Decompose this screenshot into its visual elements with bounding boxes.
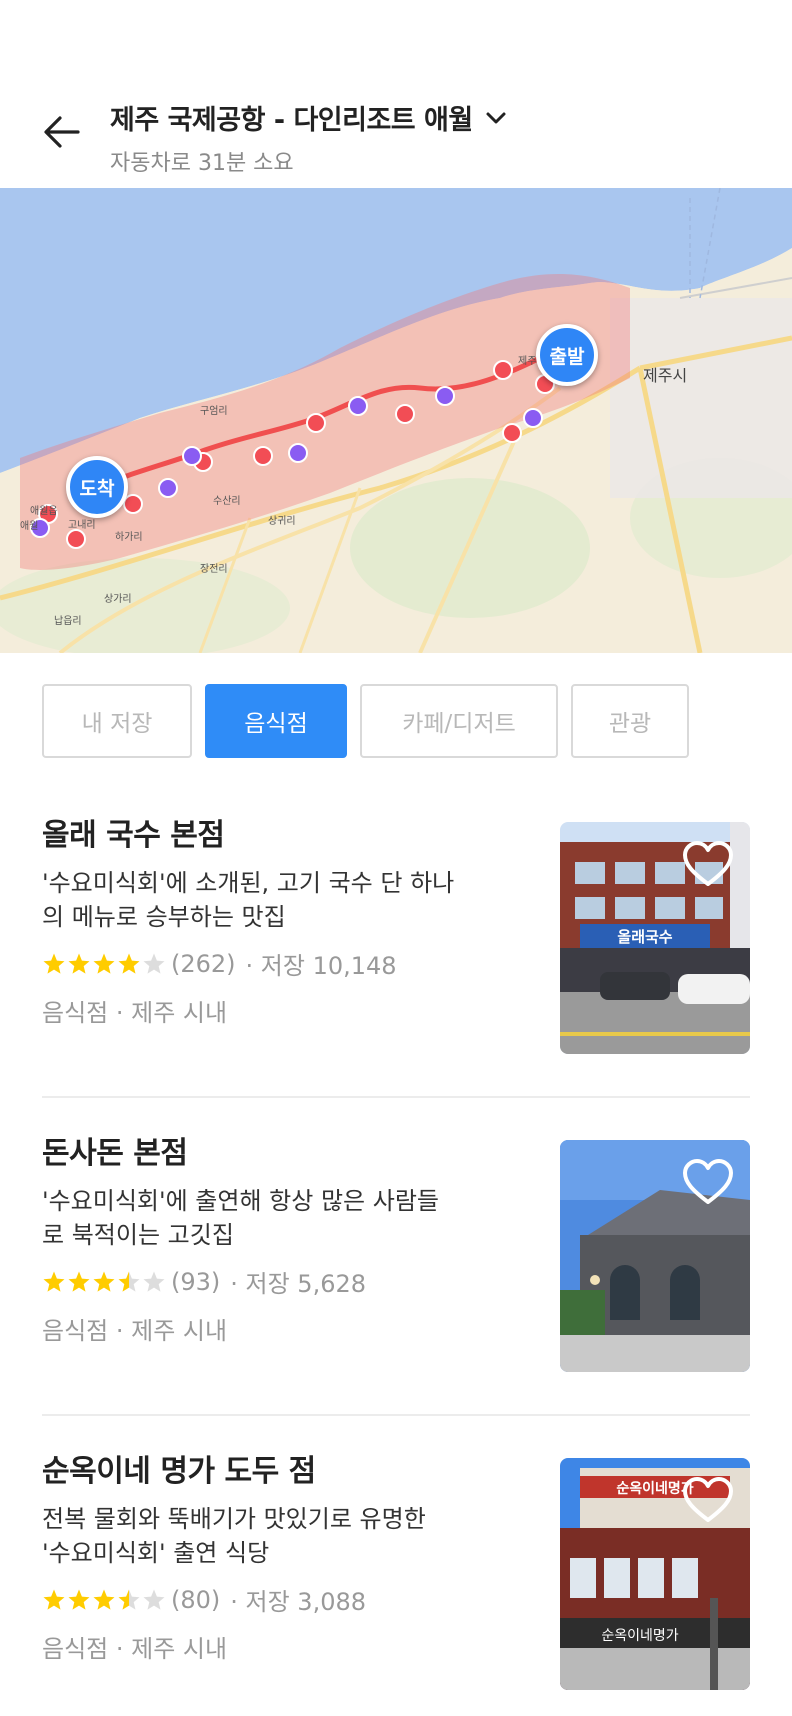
place-description: '수요미식회'에 소개된, 고기 국수 단 하나 의 메뉴로 승부하는 맛집 <box>42 869 455 931</box>
start-marker[interactable]: 출발 <box>536 324 598 386</box>
arrow-left-icon <box>44 116 80 148</box>
place-photo[interactable] <box>560 1140 750 1372</box>
place-description: 전복 물회와 뚝배기가 맛있기로 유명한 '수요미식회' 출연 식당 <box>42 1505 426 1567</box>
map-label-gonaeri: 고내리 <box>68 519 96 531</box>
place-name: 돈사돈 본점 <box>42 1136 188 1171</box>
chip-cafe-dessert[interactable]: 카페/디저트 <box>360 684 558 758</box>
star-filled-icon <box>43 953 65 974</box>
route-title-area: 제주 국제공항 - 다인리조트 애월 자동차로 31분 소요 <box>110 98 507 177</box>
chip-restaurants[interactable]: 음식점 <box>205 684 347 758</box>
map-label-gueomri: 구엄리 <box>200 405 228 417</box>
map-label-jangjeonri: 장전리 <box>200 563 228 575</box>
heart-icon[interactable] <box>682 1476 734 1524</box>
star-filled-icon <box>43 1271 65 1292</box>
place-meta: (262) · 저장 10,148 <box>42 946 522 981</box>
place-name: 순옥이네 명가 도두 점 <box>42 1454 316 1489</box>
save-count: · 저장 10,148 <box>245 952 397 980</box>
map-label-city: 제주시 <box>643 366 688 385</box>
place-photo[interactable]: 올래국수 <box>560 822 750 1054</box>
save-count: · 저장 5,628 <box>230 1270 367 1298</box>
star-filled-icon <box>68 953 90 974</box>
star-filled-icon <box>68 1589 90 1610</box>
star-filled-icon <box>93 1589 115 1610</box>
star-rating <box>42 1270 167 1294</box>
place-meta: (93) · 저장 5,628 <box>42 1264 522 1299</box>
end-marker[interactable]: 도착 <box>66 456 128 518</box>
place-photo[interactable]: 순옥이네명가 순옥이네명가 <box>560 1458 750 1690</box>
route-title: 제주 국제공항 - 다인리조트 애월 <box>110 105 473 136</box>
map-label-hagari: 하가리 <box>115 530 143 543</box>
map-label-aewoleup: 애월읍 <box>30 505 58 517</box>
heart-icon[interactable] <box>682 1158 734 1206</box>
review-count: (80) <box>171 1585 221 1614</box>
chip-my-saves[interactable]: 내 저장 <box>42 684 192 758</box>
divider <box>42 1096 750 1098</box>
list-item[interactable]: 올래 국수 본점 '수요미식회'에 소개된, 고기 국수 단 하나 의 메뉴로 … <box>42 810 750 1128</box>
list-item[interactable]: 순옥이네 명가 도두 점 전복 물회와 뚝배기가 맛있기로 유명한 '수요미식회… <box>42 1446 750 1716</box>
star-filled-icon <box>68 1271 90 1292</box>
map-label-jeju: 제주 <box>518 355 536 367</box>
map-label-sanggari: 상가리 <box>104 593 132 605</box>
place-description: '수요미식회'에 출연해 항상 많은 사람들 로 북적이는 고깃집 <box>42 1187 439 1249</box>
divider <box>42 1414 750 1416</box>
place-meta: (80) · 저장 3,088 <box>42 1582 522 1617</box>
heart-icon[interactable] <box>682 840 734 888</box>
chip-sightseeing[interactable]: 관광 <box>571 684 689 758</box>
map-label-nabeupri: 납읍리 <box>54 615 82 627</box>
header: 제주 국제공항 - 다인리조트 애월 자동차로 31분 소요 <box>0 0 792 188</box>
map-label-sanggwiri: 상귀리 <box>268 515 296 527</box>
star-empty-icon <box>143 1271 165 1292</box>
star-filled-icon <box>118 953 140 974</box>
chevron-down-icon <box>486 112 506 123</box>
place-category: 음식점 · 제주 시내 <box>42 1317 228 1345</box>
place-category: 음식점 · 제주 시내 <box>42 999 228 1027</box>
star-empty-icon <box>143 1589 165 1610</box>
back-button[interactable] <box>38 108 86 156</box>
save-count: · 저장 3,088 <box>230 1588 367 1616</box>
route-map[interactable]: 제주 구엄리 수산리 상귀리 하가리 고내리 장전리 상가리 납읍리 애월읍 애… <box>0 188 792 653</box>
star-filled-icon <box>93 953 115 974</box>
map-label-susanri: 수산리 <box>213 495 241 507</box>
route-selector[interactable]: 제주 국제공항 - 다인리조트 애월 <box>110 98 507 137</box>
category-tabs: 내 저장 음식점 카페/디저트 관광 <box>42 684 689 758</box>
star-half-icon <box>118 1589 140 1610</box>
star-half-icon <box>118 1271 140 1292</box>
star-filled-icon <box>93 1271 115 1292</box>
place-name: 올래 국수 본점 <box>42 818 225 853</box>
list-item[interactable]: 돈사돈 본점 '수요미식회'에 출연해 항상 많은 사람들 로 북적이는 고깃집… <box>42 1128 750 1446</box>
svg-text:순옥이네명가: 순옥이네명가 <box>601 1628 678 1644</box>
star-empty-icon <box>143 953 165 974</box>
map-label-aewol: 애월 <box>20 520 38 532</box>
star-rating <box>42 1588 167 1612</box>
star-rating <box>42 952 167 976</box>
place-category: 음식점 · 제주 시내 <box>42 1635 228 1663</box>
review-count: (93) <box>171 1267 221 1296</box>
storefront-sign: 올래국수 <box>617 928 672 946</box>
route-duration: 자동차로 31분 소요 <box>110 151 294 176</box>
map-canvas: 제주 구엄리 수산리 상귀리 하가리 고내리 장전리 상가리 납읍리 애월읍 애… <box>0 188 792 653</box>
star-filled-icon <box>43 1589 65 1610</box>
review-count: (262) <box>171 949 236 978</box>
